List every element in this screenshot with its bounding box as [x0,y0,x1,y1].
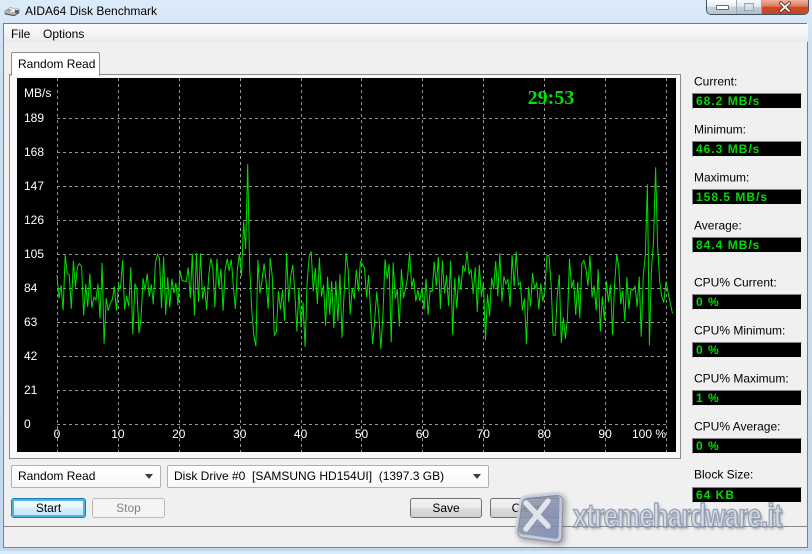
svg-text:70: 70 [477,427,491,441]
svg-text:0: 0 [24,417,31,431]
svg-text:80: 80 [538,427,552,441]
svg-text:60: 60 [416,427,430,441]
svg-text:40: 40 [294,427,308,441]
svg-text:100 %: 100 % [632,427,666,441]
svg-text:50: 50 [355,427,369,441]
svg-text:29:53: 29:53 [528,87,575,109]
svg-text:147: 147 [24,179,44,193]
svg-text:84: 84 [24,281,38,295]
svg-text:30: 30 [233,427,247,441]
svg-text:126: 126 [24,213,44,227]
svg-text:10: 10 [111,427,125,441]
svg-text:90: 90 [598,427,612,441]
svg-text:168: 168 [24,145,44,159]
svg-text:105: 105 [24,247,44,261]
svg-text:20: 20 [172,427,186,441]
svg-text:MB/s: MB/s [24,86,51,100]
svg-text:21: 21 [24,383,38,397]
svg-text:189: 189 [24,111,44,125]
svg-text:0: 0 [54,427,61,441]
svg-text:42: 42 [24,349,38,363]
svg-text:63: 63 [24,315,38,329]
